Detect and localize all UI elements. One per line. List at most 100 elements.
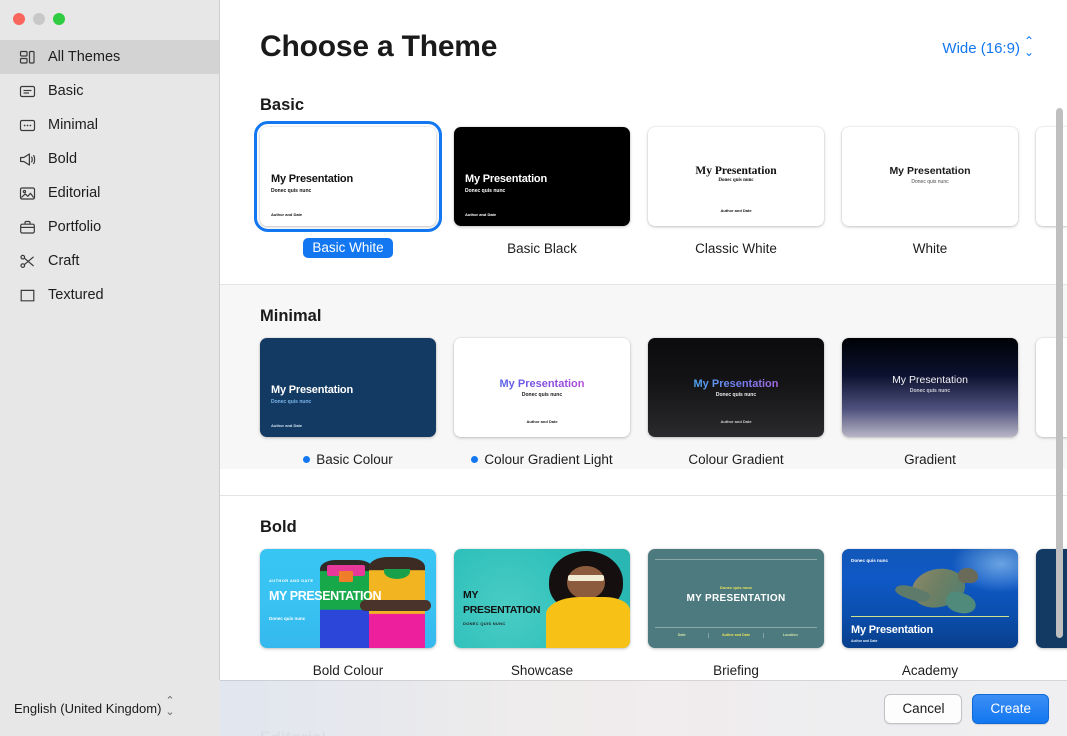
sidebar-item-all-themes[interactable]: All Themes bbox=[0, 40, 219, 74]
slide-title: My Presentation bbox=[695, 164, 777, 177]
sidebar-item-minimal[interactable]: Minimal bbox=[0, 108, 219, 142]
slide-title: My Presentation bbox=[889, 164, 971, 177]
slide-title: My Presentation bbox=[851, 624, 933, 637]
slide-subtitle: Donec quis nunc bbox=[521, 392, 563, 399]
theme-chooser-window: All Themes Basic Minimal Bold Editorial … bbox=[0, 0, 1067, 736]
theme-caption: Briefing bbox=[648, 660, 824, 680]
slide-author: Author and Date bbox=[851, 639, 878, 643]
slide-title: My Presentation bbox=[648, 378, 824, 390]
vertical-scrollbar[interactable] bbox=[1056, 108, 1063, 638]
sidebar-item-label: All Themes bbox=[48, 49, 121, 65]
slide-title-line2: PRESENTATION bbox=[463, 604, 541, 617]
theme-card-gradient[interactable]: My Presentation Donec quis nunc Gradient bbox=[842, 338, 1018, 469]
theme-name: Academy bbox=[901, 662, 959, 678]
language-label: English (United Kingdom) bbox=[14, 700, 162, 716]
theme-caption: Colour Gradient bbox=[648, 449, 824, 469]
briefcase-icon bbox=[18, 218, 37, 237]
theme-name: Briefing bbox=[713, 662, 759, 678]
theme-caption: Basic Colour bbox=[260, 449, 436, 469]
language-selector[interactable]: English (United Kingdom) ⌃ ⌄ bbox=[0, 680, 220, 736]
theme-card-briefing[interactable]: Donec quis nunc MY PRESENTATION Date Aut… bbox=[648, 549, 824, 680]
grid-themes-icon bbox=[18, 48, 37, 67]
aspect-ratio-selector[interactable]: Wide (16:9) ⌃ ⌄ bbox=[942, 34, 1034, 59]
scissors-icon bbox=[18, 252, 37, 271]
sidebar-item-editorial[interactable]: Editorial bbox=[0, 176, 219, 210]
minimize-button[interactable] bbox=[33, 13, 45, 25]
theme-status-dot-icon bbox=[471, 455, 479, 463]
footer-cell: Location bbox=[762, 633, 817, 638]
theme-caption: White bbox=[842, 238, 1018, 258]
theme-thumbnail-frame[interactable]: MY PRESENTATION DONEC QUIS NUNC bbox=[454, 549, 630, 648]
dialog-footer: Cancel Create bbox=[220, 680, 1067, 736]
theme-thumbnail-frame[interactable]: My Presentation Donec quis nunc Author a… bbox=[454, 127, 630, 226]
slide-title: MY PRESENTATION bbox=[686, 592, 786, 604]
theme-thumbnail-frame[interactable]: Donec quis nunc MY PRESENTATION Date Aut… bbox=[648, 549, 824, 648]
slide-subtitle: Donec quis nunc bbox=[271, 399, 312, 406]
theme-card-colour-gradient-light[interactable]: My Presentation Donec quis nunc Author a… bbox=[454, 338, 630, 469]
window-traffic-lights bbox=[0, 0, 219, 38]
theme-card-bold-colour[interactable]: AUTHOR AND DATE MY PRESENTATION Donec qu… bbox=[260, 549, 436, 680]
sidebar-item-craft[interactable]: Craft bbox=[0, 244, 219, 278]
slide-title: My Presentation bbox=[465, 172, 547, 185]
sidebar-item-bold[interactable]: Bold bbox=[0, 142, 219, 176]
section-bold: Bold AUTHOR AND DATE MY PRESENTATION Don… bbox=[220, 495, 1067, 680]
cancel-button[interactable]: Cancel bbox=[884, 693, 963, 724]
theme-scroll-area[interactable]: Choose a Theme Wide (16:9) ⌃ ⌄ Basic My P… bbox=[220, 0, 1067, 736]
zoom-button[interactable] bbox=[53, 13, 65, 25]
theme-thumbnail: MY PRESENTATION DONEC QUIS NUNC bbox=[454, 549, 630, 648]
theme-name: Basic White bbox=[303, 238, 393, 258]
sidebar-item-portfolio[interactable]: Portfolio bbox=[0, 210, 219, 244]
theme-thumbnail-frame[interactable]: Donec quis nunc My Presentation Author a… bbox=[842, 549, 1018, 648]
theme-thumbnail-frame[interactable]: My Presentation Donec quis nunc Author a… bbox=[842, 127, 1018, 226]
theme-thumbnail: Donec quis nunc MY PRESENTATION Date Aut… bbox=[648, 549, 824, 648]
theme-card-white[interactable]: My Presentation Donec quis nunc Author a… bbox=[842, 127, 1018, 258]
theme-row: My Presentation Donec quis nunc Author a… bbox=[220, 338, 1067, 469]
close-button[interactable] bbox=[13, 13, 25, 25]
sidebar-item-basic[interactable]: Basic bbox=[0, 74, 219, 108]
sidebar-list: All Themes Basic Minimal Bold Editorial … bbox=[0, 38, 219, 312]
theme-caption: Academy bbox=[842, 660, 1018, 680]
theme-name: White bbox=[912, 240, 948, 256]
theme-card-basic-white[interactable]: My Presentation Donec quis nunc Author a… bbox=[254, 121, 442, 258]
theme-thumbnail: My Presentation Donec quis nunc Author a… bbox=[454, 127, 630, 226]
slide-author: Author and Date bbox=[271, 423, 303, 428]
slide-subtitle: Donec quis nunc bbox=[719, 584, 753, 590]
main-panel: Choose a Theme Wide (16:9) ⌃ ⌄ Basic My P… bbox=[220, 0, 1067, 736]
slide-subtitle: DONEC QUIS NUNC bbox=[463, 621, 506, 627]
theme-row: My Presentation Donec quis nunc Author a… bbox=[220, 121, 1067, 258]
sidebar-item-textured[interactable]: Textured bbox=[0, 278, 219, 312]
theme-thumbnail-frame[interactable]: My Presentation Donec quis nunc Author a… bbox=[648, 127, 824, 226]
theme-thumbnail-frame[interactable]: AUTHOR AND DATE MY PRESENTATION Donec qu… bbox=[260, 549, 436, 648]
theme-card-colour-gradient[interactable]: My Presentation Donec quis nunc Author a… bbox=[648, 338, 824, 469]
minimal-dots-icon bbox=[18, 116, 37, 135]
create-button[interactable]: Create bbox=[972, 693, 1049, 724]
section-title: Minimal bbox=[260, 307, 322, 325]
theme-name: Bold Colour bbox=[312, 662, 384, 678]
up-down-chevron-icon: ⌃ ⌄ bbox=[1023, 34, 1034, 59]
theme-thumbnail-frame[interactable]: My Presentation Donec quis nunc Author a… bbox=[260, 338, 436, 437]
theme-thumbnail-frame[interactable]: My Presentation Donec quis nunc bbox=[842, 338, 1018, 437]
theme-name: Basic Black bbox=[507, 240, 577, 256]
theme-card-basic-colour[interactable]: My Presentation Donec quis nunc Author a… bbox=[260, 338, 436, 469]
footer-cell: Author and Date bbox=[708, 633, 762, 638]
sidebar-item-label: Bold bbox=[48, 151, 78, 167]
theme-thumbnail-frame[interactable]: My Presentation Donec quis nunc Author a… bbox=[648, 338, 824, 437]
theme-thumbnail-frame[interactable]: My Presentation Donec quis nunc Author a… bbox=[454, 338, 630, 437]
slide-subtitle: Donec quis nunc bbox=[718, 178, 754, 184]
slide-subtitle: Donec quis nunc bbox=[269, 616, 306, 622]
theme-caption: Colour Gradient Light bbox=[454, 449, 630, 469]
slide-author: Author and Date bbox=[526, 419, 558, 424]
up-down-chevron-icon: ⌃ ⌄ bbox=[165, 695, 174, 718]
theme-card-classic-white[interactable]: My Presentation Donec quis nunc Author a… bbox=[648, 127, 824, 258]
slide-footer: Date Author and Date Location bbox=[655, 627, 817, 638]
theme-card-academy[interactable]: Donec quis nunc My Presentation Author a… bbox=[842, 549, 1018, 680]
crop-frame-icon bbox=[18, 286, 37, 305]
theme-card-showcase[interactable]: MY PRESENTATION DONEC QUIS NUNC Showcase bbox=[454, 549, 630, 680]
theme-card-basic-black[interactable]: My Presentation Donec quis nunc Author a… bbox=[454, 127, 630, 258]
theme-thumbnail-frame[interactable]: My Presentation Donec quis nunc Author a… bbox=[254, 121, 442, 232]
slide-title: MY PRESENTATION bbox=[269, 588, 382, 603]
slide-author: AUTHOR AND DATE bbox=[269, 577, 314, 583]
sidebar-item-label: Basic bbox=[48, 83, 84, 99]
theme-caption: Classic White bbox=[648, 238, 824, 258]
theme-thumbnail: Donec quis nunc My Presentation Author a… bbox=[842, 549, 1018, 648]
